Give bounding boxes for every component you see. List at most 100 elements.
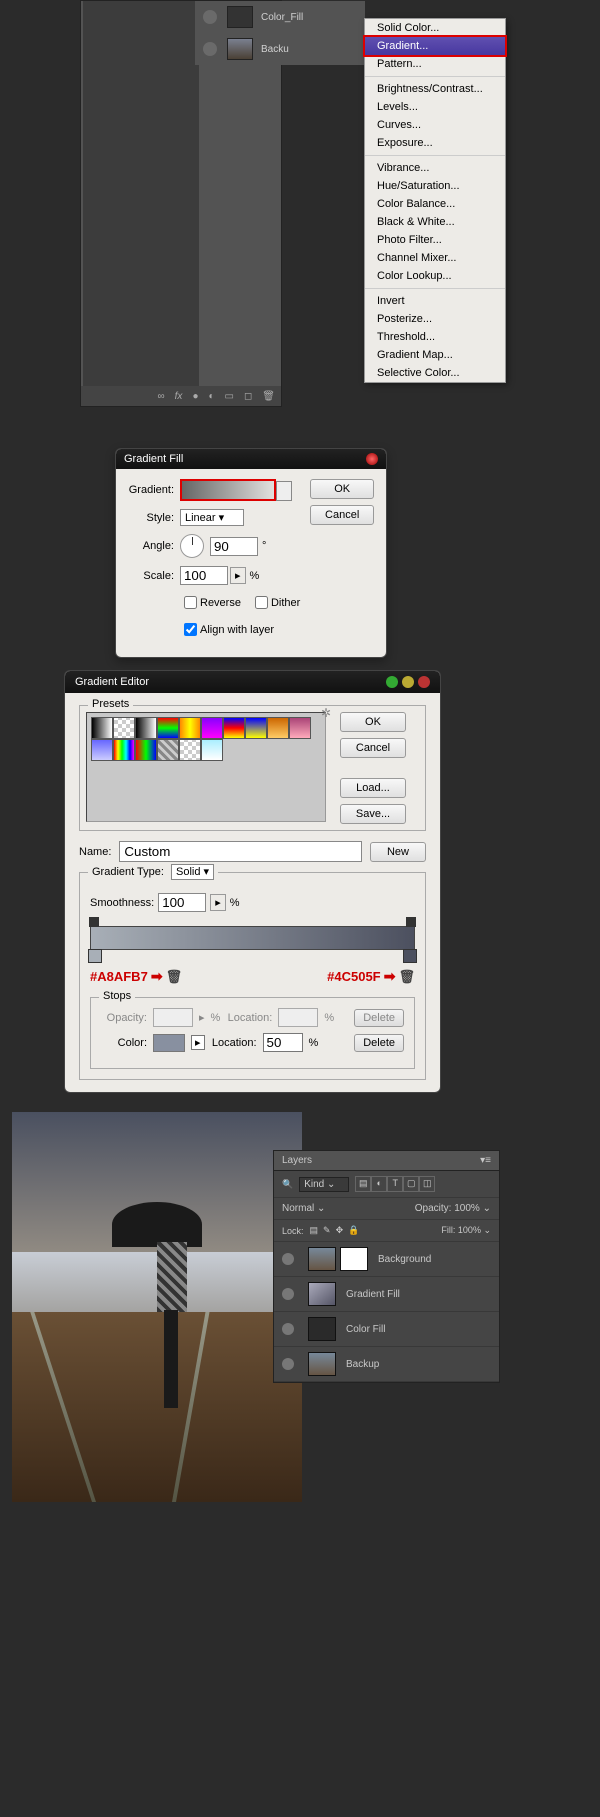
visibility-icon[interactable] — [282, 1288, 294, 1300]
menu-item[interactable]: Threshold... — [365, 328, 505, 346]
preset-swatch[interactable] — [179, 717, 201, 739]
layer-row[interactable]: Backup — [274, 1347, 499, 1382]
layer-row[interactable]: Color_Fill — [195, 1, 365, 33]
menu-item[interactable]: Levels... — [365, 98, 505, 116]
preset-swatch[interactable] — [91, 717, 113, 739]
angle-dial[interactable] — [180, 534, 204, 558]
dither-checkbox[interactable]: Dither — [251, 593, 300, 612]
menu-item[interactable]: Photo Filter... — [365, 231, 505, 249]
preset-swatch[interactable] — [201, 717, 223, 739]
filter-kind-select[interactable]: Kind ⌄ — [299, 1177, 349, 1192]
menu-item[interactable]: Brightness/Contrast... — [365, 80, 505, 98]
style-select[interactable]: Linear ▾ — [180, 509, 244, 526]
preset-swatch[interactable] — [135, 717, 157, 739]
maximize-icon[interactable] — [402, 676, 414, 688]
menu-item[interactable]: Vibrance... — [365, 159, 505, 177]
scale-input[interactable] — [180, 566, 228, 585]
smoothness-input[interactable] — [158, 893, 206, 912]
menu-item[interactable]: Curves... — [365, 116, 505, 134]
preset-swatch[interactable] — [179, 739, 201, 761]
new-button[interactable]: New — [370, 842, 426, 862]
fx-icon[interactable]: fx — [175, 391, 183, 402]
menu-item[interactable]: Gradient Map... — [365, 346, 505, 364]
smoothness-stepper[interactable]: ▸ — [210, 894, 226, 911]
minimize-icon[interactable] — [386, 676, 398, 688]
lock-icon[interactable]: 🔒 — [348, 1225, 359, 1235]
layers-tab[interactable]: Layers — [282, 1155, 312, 1166]
ok-button[interactable]: OK — [310, 479, 374, 499]
menu-item[interactable]: Invert — [365, 292, 505, 310]
preset-swatch[interactable] — [267, 717, 289, 739]
load-button[interactable]: Load... — [340, 778, 406, 798]
blend-mode-select[interactable]: Normal ⌄ — [282, 1203, 342, 1214]
delete-button[interactable]: Delete — [354, 1034, 404, 1052]
close-icon[interactable] — [366, 453, 378, 465]
trash-icon[interactable]: 🗑 — [262, 391, 275, 402]
reverse-checkbox[interactable]: Reverse — [180, 593, 241, 612]
scale-stepper[interactable]: ▸ — [230, 567, 246, 584]
preset-swatch[interactable] — [135, 739, 157, 761]
opacity-stop[interactable] — [406, 917, 416, 927]
trash-icon[interactable]: 🗑 — [166, 969, 183, 984]
gradient-bar[interactable] — [90, 926, 415, 950]
close-icon[interactable] — [418, 676, 430, 688]
preset-swatch[interactable] — [289, 717, 311, 739]
visibility-icon[interactable] — [282, 1358, 294, 1370]
menu-item[interactable]: Posterize... — [365, 310, 505, 328]
color-stop[interactable] — [88, 949, 102, 963]
visibility-icon[interactable] — [203, 42, 217, 56]
visibility-icon[interactable] — [203, 10, 217, 24]
preset-swatch[interactable] — [245, 717, 267, 739]
preset-swatch[interactable] — [113, 739, 135, 761]
link-icon[interactable]: ∞ — [158, 391, 165, 402]
layer-row[interactable]: Color Fill — [274, 1312, 499, 1347]
filter-icon[interactable]: ▤ — [355, 1176, 371, 1192]
menu-item[interactable]: Exposure... — [365, 134, 505, 152]
visibility-icon[interactable] — [282, 1253, 294, 1265]
gradient-picker[interactable] — [180, 479, 276, 501]
align-checkbox[interactable]: Align with layer — [180, 620, 274, 639]
menu-item[interactable]: Black & White... — [365, 213, 505, 231]
adjustment-icon[interactable]: ◐ — [208, 391, 214, 402]
lock-icon[interactable]: ✥ — [336, 1225, 344, 1235]
menu-item[interactable]: Selective Color... — [365, 364, 505, 382]
angle-input[interactable] — [210, 537, 258, 556]
cancel-button[interactable]: Cancel — [310, 505, 374, 525]
color-stop[interactable] — [403, 949, 417, 963]
color-swatch[interactable] — [153, 1034, 185, 1052]
preset-swatch[interactable] — [157, 717, 179, 739]
gradient-type-select[interactable]: Solid ▾ — [171, 864, 214, 880]
lock-icon[interactable]: ✎ — [323, 1225, 331, 1235]
menu-item[interactable]: Pattern... — [365, 55, 505, 73]
gear-icon[interactable]: ✲ — [321, 706, 331, 720]
menu-item[interactable]: Gradient... — [363, 35, 507, 57]
menu-item[interactable]: Hue/Saturation... — [365, 177, 505, 195]
visibility-icon[interactable] — [282, 1323, 294, 1335]
color-picker-arrow[interactable]: ▸ — [191, 1035, 205, 1050]
preset-swatch[interactable] — [223, 717, 245, 739]
opacity-value[interactable]: 100% — [454, 1203, 480, 1214]
name-input[interactable] — [119, 841, 362, 862]
cancel-button[interactable]: Cancel — [340, 738, 406, 758]
filter-icon[interactable]: ◐ — [371, 1176, 387, 1192]
location-input[interactable] — [263, 1033, 303, 1052]
panel-menu-icon[interactable]: ▾≡ — [480, 1155, 491, 1166]
lock-icon[interactable]: ▤ — [310, 1225, 319, 1235]
opacity-stop[interactable] — [89, 917, 99, 927]
group-icon[interactable]: ▭ — [225, 391, 234, 402]
save-button[interactable]: Save... — [340, 804, 406, 824]
menu-item[interactable]: Color Balance... — [365, 195, 505, 213]
menu-item[interactable]: Color Lookup... — [365, 267, 505, 285]
layer-row[interactable]: Background — [274, 1242, 499, 1277]
menu-item[interactable]: Channel Mixer... — [365, 249, 505, 267]
preset-swatch[interactable] — [91, 739, 113, 761]
trash-icon[interactable]: 🗑 — [398, 969, 415, 984]
mask-icon[interactable]: ● — [192, 391, 198, 402]
preset-swatch[interactable] — [113, 717, 135, 739]
layer-row[interactable]: Gradient Fill — [274, 1277, 499, 1312]
new-layer-icon[interactable]: ◻ — [244, 391, 252, 402]
layer-row[interactable]: Backu — [195, 33, 365, 65]
preset-swatches[interactable] — [86, 712, 326, 822]
preset-swatch[interactable] — [201, 739, 223, 761]
filter-icon[interactable]: ◫ — [419, 1176, 435, 1192]
